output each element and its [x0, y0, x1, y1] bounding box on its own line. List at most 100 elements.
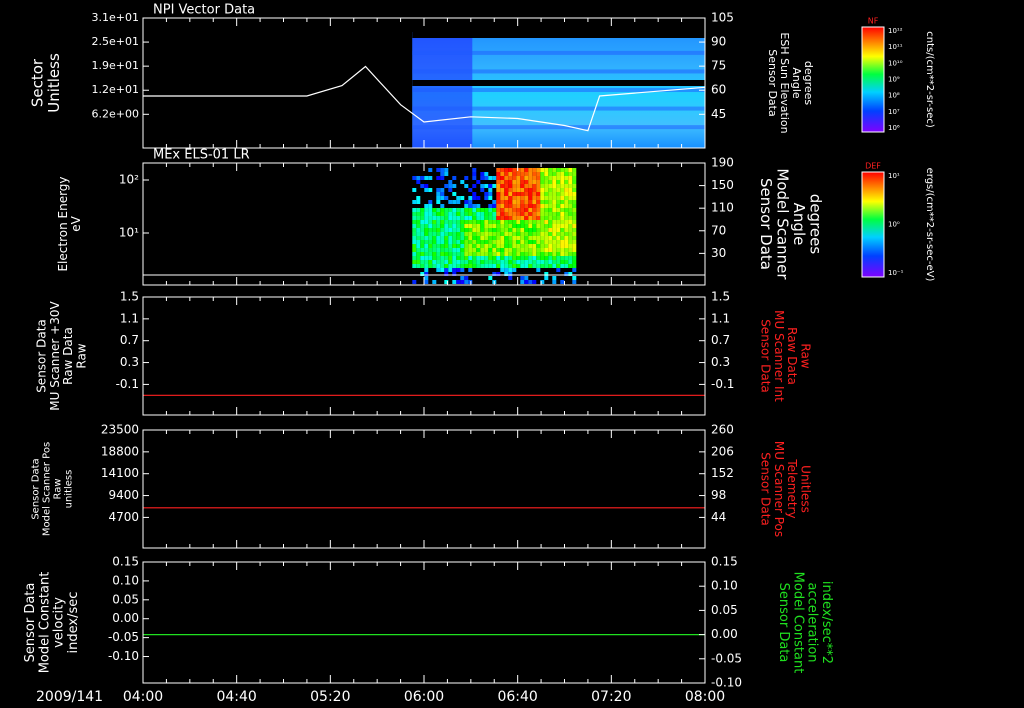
right-tick-label: 206: [711, 444, 734, 458]
right-tick-label: 150: [711, 178, 734, 192]
right-tick-label: 60: [711, 83, 726, 97]
colorbar-label: ergs/(cm**2-sr-sec-eV): [924, 168, 935, 282]
left-axis-label: Sensor Data: [23, 583, 38, 663]
left-tick-label: 9400: [108, 488, 139, 502]
right-tick-label: 0.05: [711, 603, 738, 617]
left-tick-label: 18800: [101, 444, 139, 458]
right-axis-label: Model Scanner: [773, 168, 791, 280]
right-axis-label: Sensor Data: [766, 49, 779, 116]
right-tick-label: 44: [711, 510, 726, 524]
right-tick-label: 0.15: [711, 555, 738, 569]
left-axis-label: MU Scanner +30V: [48, 301, 62, 411]
left-axis-label: Model Scanner Pos: [42, 442, 53, 536]
right-tick-label: 105: [711, 11, 734, 25]
right-tick-label: -0.10: [711, 676, 742, 690]
right-tick-label: 0.10: [711, 579, 738, 593]
x-tick-label: 04:00: [123, 689, 163, 705]
colorbar-tick-label: 10⁹: [888, 76, 900, 84]
left-tick-label: 0.05: [112, 592, 139, 606]
npi-sector-stripe: [412, 69, 705, 74]
colorbar-title: DEF: [865, 162, 881, 171]
left-axis-label: Sensor Data: [31, 458, 42, 519]
chart-svg: 3.1e+01 2.5e+01 1.9e+01 1.2e+01 6.2e+00 105 90…: [23, 3, 935, 706]
right-axis-label: Telemetry: [785, 458, 799, 518]
left-tick-label: 23500: [101, 423, 139, 437]
x-tick-label: 06:00: [404, 689, 444, 705]
right-tick-label: 45: [711, 107, 726, 121]
right-axis-label: Angle: [790, 67, 803, 99]
right-axis-label: degrees: [806, 194, 824, 255]
left-axis-label: eV: [69, 215, 83, 231]
x-tick-label: 04:40: [216, 689, 256, 705]
colorbar-tick-label: 10⁶: [888, 124, 900, 132]
right-tick-label: 110: [711, 201, 734, 215]
left-tick-label: 0.3: [120, 355, 139, 369]
left-axis-label: Electron Energy: [56, 176, 70, 271]
left-tick-label: 1.1: [120, 311, 139, 325]
npi-sector-stripe: [412, 50, 705, 55]
left-axis-label: Sensor Data: [35, 319, 49, 393]
right-tick-label: -0.1: [711, 377, 734, 391]
x-tick-label: 08:00: [685, 689, 725, 705]
els-spectrogram: [412, 168, 577, 284]
left-tick-label: 0.7: [120, 333, 139, 347]
colorbar-2: [861, 171, 885, 278]
right-axis-label: Angle: [790, 203, 808, 246]
right-axis-label: MU Scanner Int: [772, 310, 786, 402]
spectrogram-layer: [412, 32, 705, 284]
colorbar-tick-label: 10¹¹: [888, 43, 903, 51]
right-tick-label: -0.05: [711, 651, 742, 665]
left-tick-label: 3.1e+01: [92, 11, 139, 24]
left-axis-label: Raw: [74, 343, 88, 368]
right-axis-label: Sensor Data: [759, 319, 773, 393]
colorbar-label: cnts/(cm**2-sr-sec): [924, 31, 935, 128]
panel-3-frame: [142, 296, 706, 416]
left-tick-label: 4700: [108, 510, 139, 524]
left-tick-label: 1.5: [120, 290, 139, 304]
npi-gap: [412, 32, 705, 38]
right-axis-label: Sensor Data: [759, 452, 773, 526]
left-tick-label: -0.1: [116, 377, 139, 391]
right-axis-label: Raw Data: [785, 327, 799, 385]
colorbar-tick-label: 10⁰: [888, 221, 900, 229]
left-axis-label: Unitless: [45, 53, 63, 113]
left-axis-label: Sector: [28, 58, 46, 107]
right-tick-label: 1.5: [711, 290, 730, 304]
npi-gap: [412, 80, 705, 86]
right-axis-label: ESH Sun Elevation: [778, 32, 791, 133]
right-tick-label: 30: [711, 246, 726, 260]
colorbar-tick-label: 10⁻¹: [888, 269, 904, 277]
left-axis-label: unitless: [64, 470, 75, 509]
x-tick-label: 05:20: [310, 689, 350, 705]
right-tick-label: 75: [711, 59, 726, 73]
left-axis-label: Raw: [53, 478, 64, 499]
right-axis-label: degrees: [802, 61, 815, 106]
right-axis-label: Sensor Data: [776, 583, 791, 663]
left-axis-label: Model Constant: [37, 572, 52, 674]
right-tick-label: 1.1: [711, 311, 730, 325]
colorbar-tick-label: 10¹²: [888, 27, 903, 35]
left-tick-label: 14100: [101, 466, 139, 480]
colorbar-tick-label: 10⁸: [888, 92, 900, 100]
time-label: 2009/141: [36, 689, 103, 705]
panel-5-frame: [142, 561, 706, 684]
left-tick-label: 2.5e+01: [92, 35, 139, 48]
colorbar-tick-label: 10¹⁰: [888, 59, 903, 67]
right-tick-label: 190: [711, 156, 734, 170]
left-axis-label: Raw Data: [61, 327, 75, 385]
left-tick-label: 1.2e+01: [92, 83, 139, 96]
left-tick-label: 10¹: [119, 226, 139, 240]
right-tick-label: 0.3: [711, 355, 730, 369]
left-tick-label: 0.10: [112, 573, 139, 587]
right-axis-label: Unitless: [798, 465, 812, 513]
left-tick-label: 0.00: [112, 611, 139, 625]
right-tick-label: 152: [711, 466, 734, 480]
colorbar-tick-label: 10⁷: [888, 108, 900, 116]
left-tick-label: 1.9e+01: [92, 59, 139, 72]
colorbar-1: [861, 26, 885, 133]
colorbar-tick-label: 10¹: [888, 172, 900, 180]
right-axis-label: Raw: [798, 343, 812, 368]
left-axis-label: index/sec: [66, 592, 81, 654]
npi-sector-stripe: [412, 125, 705, 130]
left-tick-label: -0.10: [108, 649, 139, 663]
